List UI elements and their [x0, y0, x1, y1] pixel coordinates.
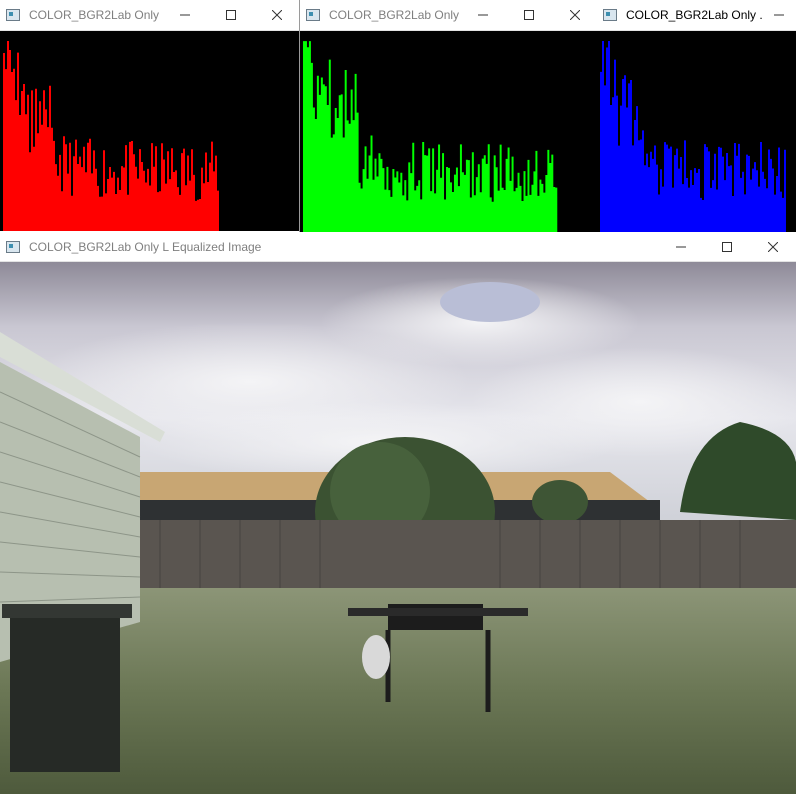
wheelie-bin — [10, 612, 120, 772]
minimize-icon — [180, 14, 190, 16]
fence — [140, 520, 796, 588]
histogram-trace — [600, 41, 786, 232]
app-icon — [306, 9, 320, 21]
window-title: COLOR_BGR2Lab Only ... — [626, 8, 762, 22]
close-button[interactable] — [750, 232, 796, 262]
titlebar[interactable]: COLOR_BGR2Lab Only ... — [0, 0, 300, 31]
window-title: COLOR_BGR2Lab Only ... — [29, 8, 162, 22]
minimize-button[interactable] — [658, 232, 704, 262]
backyard-scene-image — [0, 262, 796, 794]
minimize-button[interactable] — [762, 0, 796, 30]
histogram-trace — [3, 41, 219, 231]
close-button[interactable] — [254, 0, 300, 30]
histogram-window-blue: COLOR_BGR2Lab Only ... — [597, 0, 796, 232]
minimize-icon — [774, 14, 784, 16]
histogram-plot — [597, 31, 796, 232]
window-title: COLOR_BGR2Lab Only ... — [329, 8, 460, 22]
minimize-button[interactable] — [460, 0, 506, 30]
minimize-icon — [676, 246, 686, 247]
histogram-green — [302, 41, 558, 233]
histogram-plot — [0, 31, 300, 231]
titlebar[interactable]: COLOR_BGR2Lab Only ... — [597, 0, 796, 31]
maximize-icon — [226, 10, 236, 20]
maximize-button[interactable] — [704, 232, 750, 262]
histogram-window-green: COLOR_BGR2Lab Only ... — [299, 0, 599, 233]
maximize-button[interactable] — [208, 0, 254, 30]
histogram-red — [3, 41, 219, 231]
bbq-grill — [388, 604, 483, 630]
titlebar[interactable]: COLOR_BGR2Lab Only L Equalized Image — [0, 232, 796, 262]
window-title: COLOR_BGR2Lab Only L Equalized Image — [29, 239, 262, 254]
app-icon — [6, 9, 20, 21]
histogram-trace — [302, 41, 558, 233]
close-icon — [768, 241, 778, 252]
maximize-button[interactable] — [506, 0, 552, 30]
close-icon — [570, 10, 580, 20]
maximize-icon — [524, 10, 534, 20]
app-icon — [603, 9, 617, 21]
maximize-icon — [722, 241, 732, 252]
histogram-window-red: COLOR_BGR2Lab Only ... — [0, 0, 300, 231]
close-icon — [272, 10, 282, 20]
titlebar[interactable]: COLOR_BGR2Lab Only ... — [300, 0, 598, 31]
minimize-icon — [478, 14, 488, 16]
histogram-blue — [600, 41, 786, 232]
minimize-button[interactable] — [162, 0, 208, 30]
app-icon — [6, 240, 20, 253]
close-button[interactable] — [552, 0, 598, 30]
histogram-plot — [300, 31, 598, 233]
